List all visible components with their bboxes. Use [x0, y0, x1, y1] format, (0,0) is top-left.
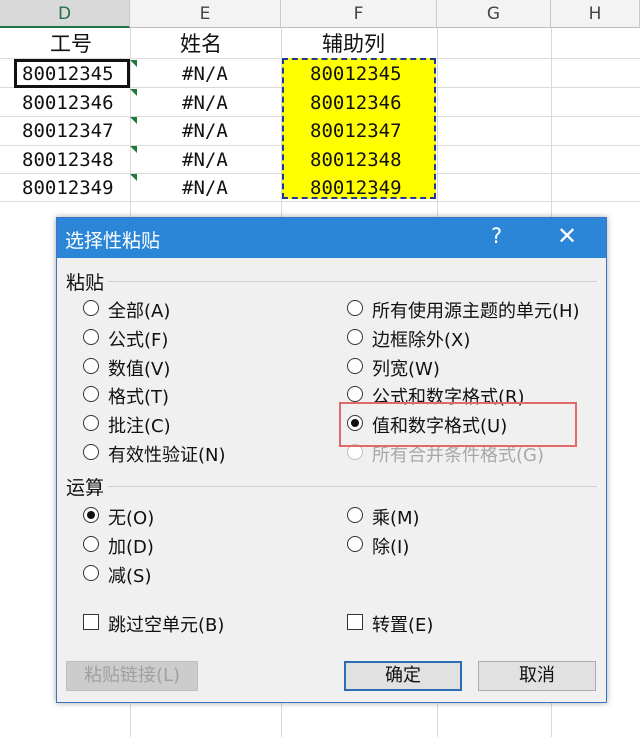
radio-icon [83, 358, 99, 374]
error-indicator-icon [130, 89, 137, 96]
help-icon[interactable]: ? [491, 224, 502, 248]
checkbox-icon [83, 614, 99, 630]
radio-icon [83, 329, 99, 345]
error-indicator-icon [130, 174, 137, 181]
active-cell-selection[interactable] [14, 59, 130, 88]
dialog-title: 选择性粘贴 [65, 230, 161, 252]
cell-e-row5[interactable]: #N/A [182, 174, 228, 202]
radio-selected-icon [83, 507, 99, 523]
cell-f-row2[interactable]: 80012346 [310, 89, 402, 117]
ok-button[interactable]: 确定 [344, 661, 462, 691]
column-header-e[interactable]: E [130, 0, 281, 28]
cell-d-row2[interactable]: 80012346 [22, 89, 114, 117]
radio-icon [83, 415, 99, 431]
annotation-highlight-box [339, 402, 577, 447]
radio-icon [347, 358, 363, 374]
radio-icon [347, 507, 363, 523]
column-header-d[interactable]: D [0, 0, 130, 28]
radio-icon [347, 536, 363, 552]
paste-group-label: 粘贴 [66, 268, 109, 295]
cell-d-row4[interactable]: 80012348 [22, 146, 114, 174]
cell-f-row1[interactable]: 80012345 [310, 60, 402, 88]
cell-e-row4[interactable]: #N/A [182, 146, 228, 174]
cell-e-row1[interactable]: #N/A [182, 60, 228, 88]
radio-icon [347, 329, 363, 345]
radio-icon [83, 536, 99, 552]
cell-f-row5[interactable]: 80012349 [310, 174, 402, 202]
cell-f-row3[interactable]: 80012347 [310, 117, 402, 145]
header-employee-id[interactable]: 工号 [50, 30, 92, 58]
radio-icon [83, 386, 99, 402]
cell-e-row3[interactable]: #N/A [182, 117, 228, 145]
radio-icon [347, 300, 363, 316]
radio-icon [83, 565, 99, 581]
radio-icon [83, 300, 99, 316]
cancel-button[interactable]: 取消 [478, 661, 596, 691]
cell-d-row5[interactable]: 80012349 [22, 174, 114, 202]
radio-icon [347, 386, 363, 402]
error-indicator-icon [130, 146, 137, 153]
close-icon[interactable]: ✕ [557, 222, 577, 250]
column-header-h[interactable]: H [551, 0, 640, 28]
radio-icon [83, 444, 99, 460]
error-indicator-icon [130, 117, 137, 124]
paste-link-button: 粘贴链接(L) [66, 661, 198, 691]
cell-d-row3[interactable]: 80012347 [22, 117, 114, 145]
header-name[interactable]: 姓名 [180, 30, 222, 58]
paste-special-dialog: 选择性粘贴 ? ✕ 粘贴 全部(A) 公式(F) 数值(V) 格式(T) 批注(… [56, 217, 607, 703]
dialog-titlebar[interactable]: 选择性粘贴 ? ✕ [57, 218, 606, 258]
column-header-f[interactable]: F [281, 0, 437, 28]
cell-e-row2[interactable]: #N/A [182, 89, 228, 117]
header-helper-column[interactable]: 辅助列 [322, 30, 385, 58]
cell-f-row4[interactable]: 80012348 [310, 146, 402, 174]
checkbox-icon [347, 614, 363, 630]
error-indicator-icon [130, 60, 137, 67]
column-header-g[interactable]: G [437, 0, 551, 28]
operation-group-label: 运算 [66, 473, 109, 500]
